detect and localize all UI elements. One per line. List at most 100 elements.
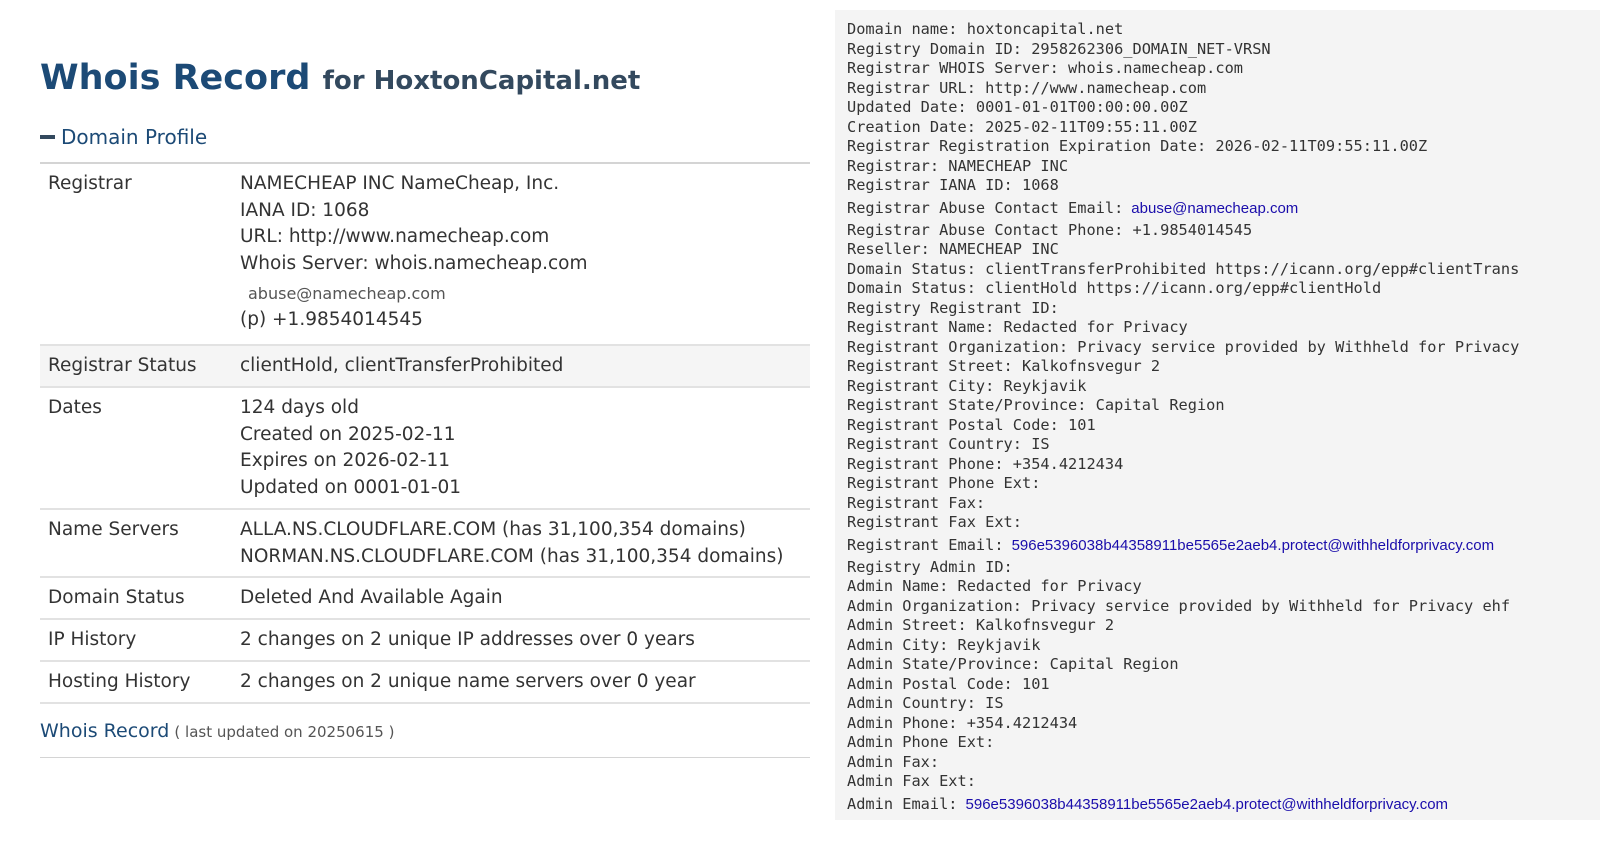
- raw-record-email-link[interactable]: 596e5396038b44358911be5565e2aeb4.protect…: [1012, 537, 1495, 554]
- raw-record-line: Registrant Country: IS: [847, 435, 1519, 455]
- registrar-iana-id: IANA ID: 1068: [240, 199, 370, 221]
- profile-row-value: clientHold, clientTransferProhibited: [240, 353, 563, 380]
- page-title: Whois Record for HoxtonCapital.net: [40, 58, 640, 98]
- raw-record-line: Admin Phone: +354.4212434: [847, 714, 1519, 734]
- raw-record-line: Admin Phone Ext:: [847, 733, 1519, 753]
- whois-record-link[interactable]: Whois Record: [40, 720, 169, 742]
- raw-record-line: Admin State/Province: Capital Region: [847, 655, 1519, 675]
- page-title-domain: for HoxtonCapital.net: [322, 66, 641, 96]
- raw-record-text: Admin City: Reykjavik: [847, 635, 1041, 654]
- profile-row-registrar-status: Registrar Status clientHold, clientTrans…: [40, 346, 810, 388]
- profile-row-value: NAMECHEAP INC NameCheap, Inc. IANA ID: 1…: [240, 171, 588, 334]
- whois-record-heading: Whois Record ( last updated on 20250615 …: [40, 720, 394, 742]
- domain-status-value: Deleted And Available Again: [240, 587, 503, 608]
- raw-record-line: Admin Postal Code: 101: [847, 675, 1519, 695]
- raw-record-line: Admin Street: Kalkofnsvegur 2: [847, 616, 1519, 636]
- raw-record-text: Registrant Email:: [847, 535, 1004, 554]
- raw-record-line: Registrar Abuse Contact Email: abuse@name…: [847, 196, 1519, 221]
- raw-record-text: Registrar: NAMECHEAP INC: [847, 156, 1069, 175]
- profile-row-value: Deleted And Available Again: [240, 585, 503, 612]
- hosting-history-value[interactable]: 2 changes on 2 unique name servers over …: [240, 669, 696, 696]
- raw-record-line: Admin Email: 596e5396038b44358911be5565e2…: [847, 792, 1519, 817]
- raw-record-text: Registrant City: Reykjavik: [847, 376, 1087, 395]
- raw-record-text: Domain name: hoxtoncapital.net: [847, 20, 1124, 38]
- profile-row-value: 2 changes on 2 unique name servers over …: [240, 669, 696, 696]
- profile-row-value: ALLA.NS.CLOUDFLARE.COM (has 31,100,354 d…: [240, 517, 783, 570]
- profile-row-dates: Dates 124 days old Created on 2025-02-11…: [40, 388, 810, 510]
- raw-record-email-link[interactable]: abuse@namecheap.com: [1131, 200, 1298, 217]
- raw-record-line: Registrant Fax:: [847, 494, 1519, 514]
- raw-record-text: Registry Admin ID:: [847, 557, 1013, 576]
- raw-record-line: Registrar WHOIS Server: whois.namecheap.…: [847, 59, 1519, 79]
- raw-record-text: Admin Organization: Privacy service prov…: [847, 596, 1511, 615]
- raw-record-text: Registrant Phone Ext:: [847, 474, 1041, 492]
- domain-profile-table: Registrar NAMECHEAP INC NameCheap, Inc. …: [40, 162, 810, 704]
- raw-record-line: Registrant State/Province: Capital Regio…: [847, 396, 1519, 416]
- profile-row-label: IP History: [48, 629, 137, 650]
- raw-record-text: Admin Postal Code: 101: [847, 674, 1050, 693]
- raw-record-line: Registrant Name: Redacted for Privacy: [847, 318, 1519, 338]
- profile-row-label: Hosting History: [48, 671, 191, 692]
- profile-row-registrar: Registrar NAMECHEAP INC NameCheap, Inc. …: [40, 164, 810, 346]
- profile-row-hosting-history: Hosting History 2 changes on 2 unique na…: [40, 662, 810, 704]
- raw-record-text: Registrant Country: IS: [847, 435, 1050, 453]
- name-server-1[interactable]: ALLA.NS.CLOUDFLARE.COM (has 31,100,354 d…: [240, 517, 783, 544]
- dates-age: 124 days old: [240, 397, 359, 418]
- raw-record-text: Registry Domain ID: 2958262306_DOMAIN_NE…: [847, 39, 1271, 58]
- raw-record-text: Registrant Fax:: [847, 493, 986, 512]
- last-updated-note: ( last updated on 20250615 ): [174, 723, 395, 741]
- raw-record-line: Registrant Street: Kalkofnsvegur 2: [847, 357, 1519, 377]
- raw-record-text: Admin State/Province: Capital Region: [847, 655, 1179, 673]
- raw-record-text: Admin Country: IS: [847, 694, 1004, 712]
- raw-record-line: Admin Country: IS: [847, 694, 1519, 714]
- raw-record-text: Admin Email:: [847, 794, 958, 813]
- raw-record-line: Admin Organization: Privacy service prov…: [847, 597, 1519, 617]
- dates-expires: Expires on 2026-02-11: [240, 450, 451, 471]
- profile-row-name-servers: Name Servers ALLA.NS.CLOUDFLARE.COM (has…: [40, 510, 810, 578]
- raw-record-line: Registrant City: Reykjavik: [847, 377, 1519, 397]
- raw-record-email-link[interactable]: 596e5396038b44358911be5565e2aeb4.protect…: [966, 796, 1449, 813]
- raw-record-line: Admin Fax Ext:: [847, 772, 1519, 792]
- profile-row-value: 124 days old Created on 2025-02-11 Expir…: [240, 395, 461, 501]
- raw-record-line: Registry Domain ID: 2958262306_DOMAIN_NE…: [847, 40, 1519, 60]
- raw-record-text: Admin Phone: +354.4212434: [847, 713, 1078, 732]
- registrar-name: NAMECHEAP INC NameCheap, Inc.: [240, 173, 560, 194]
- domain-profile-toggle[interactable]: Domain Profile: [40, 125, 207, 149]
- profile-row-domain-status: Domain Status Deleted And Available Agai…: [40, 578, 810, 620]
- raw-record-text: Admin Fax:: [847, 752, 940, 771]
- raw-record-line: Registrar Abuse Contact Phone: +1.985401…: [847, 221, 1519, 241]
- dates-created: Created on 2025-02-11: [240, 423, 456, 445]
- raw-record-text: Domain Status: clientTransferProhibited …: [847, 259, 1520, 278]
- dates-updated: Updated on 0001-01-01: [240, 476, 462, 498]
- profile-row-label: Dates: [48, 397, 102, 418]
- raw-record-line: Admin City: Reykjavik: [847, 636, 1519, 656]
- raw-whois-panel: Domain name: hoxtoncapital.net Registry D…: [835, 10, 1600, 820]
- raw-record-line: Registry Admin ID:: [847, 558, 1519, 578]
- raw-record-text: Registrar Registration Expiration Date: …: [847, 137, 1428, 155]
- profile-row-label: Registrar: [48, 173, 132, 194]
- footer-divider: [40, 757, 810, 758]
- raw-record-text: Reseller: NAMECHEAP INC: [847, 240, 1059, 258]
- raw-record-line: Registrant Organization: Privacy service…: [847, 338, 1519, 358]
- raw-record-line: Registrant Phone: +354.4212434: [847, 455, 1519, 475]
- ip-history-value[interactable]: 2 changes on 2 unique IP addresses over …: [240, 627, 695, 654]
- raw-record-text: Registrar Abuse Contact Phone: +1.985401…: [847, 220, 1253, 239]
- profile-row-label: Registrar Status: [48, 355, 197, 376]
- registrar-abuse-email[interactable]: abuse@namecheap.com: [240, 277, 588, 307]
- raw-record-line: Registry Registrant ID:: [847, 299, 1519, 319]
- name-server-2[interactable]: NORMAN.NS.CLOUDFLARE.COM (has 31,100,354…: [240, 544, 783, 571]
- collapse-minus-icon[interactable]: [40, 134, 55, 139]
- raw-record-text: Registrar IANA ID: 1068: [847, 176, 1059, 194]
- raw-whois-text: Domain name: hoxtoncapital.net Registry D…: [847, 20, 1519, 817]
- raw-record-text: Registrar Abuse Contact Email:: [847, 198, 1124, 217]
- domain-profile-label[interactable]: Domain Profile: [61, 125, 207, 149]
- registrar-status-value: clientHold, clientTransferProhibited: [240, 355, 564, 376]
- raw-record-text: Registrant Name: Redacted for Privacy: [847, 318, 1188, 336]
- raw-record-text: Domain Status: clientHold https://icann.…: [847, 279, 1382, 297]
- profile-row-label: Name Servers: [48, 519, 179, 540]
- raw-record-line: Registrar Registration Expiration Date: …: [847, 137, 1519, 157]
- raw-record-text: Admin Fax Ext:: [847, 772, 976, 790]
- raw-record-text: Registrant Organization: Privacy service…: [847, 337, 1520, 356]
- raw-record-text: Registrant Street: Kalkofnsvegur 2: [847, 357, 1161, 375]
- registrar-whois-server: Whois Server: whois.namecheap.com: [240, 252, 588, 274]
